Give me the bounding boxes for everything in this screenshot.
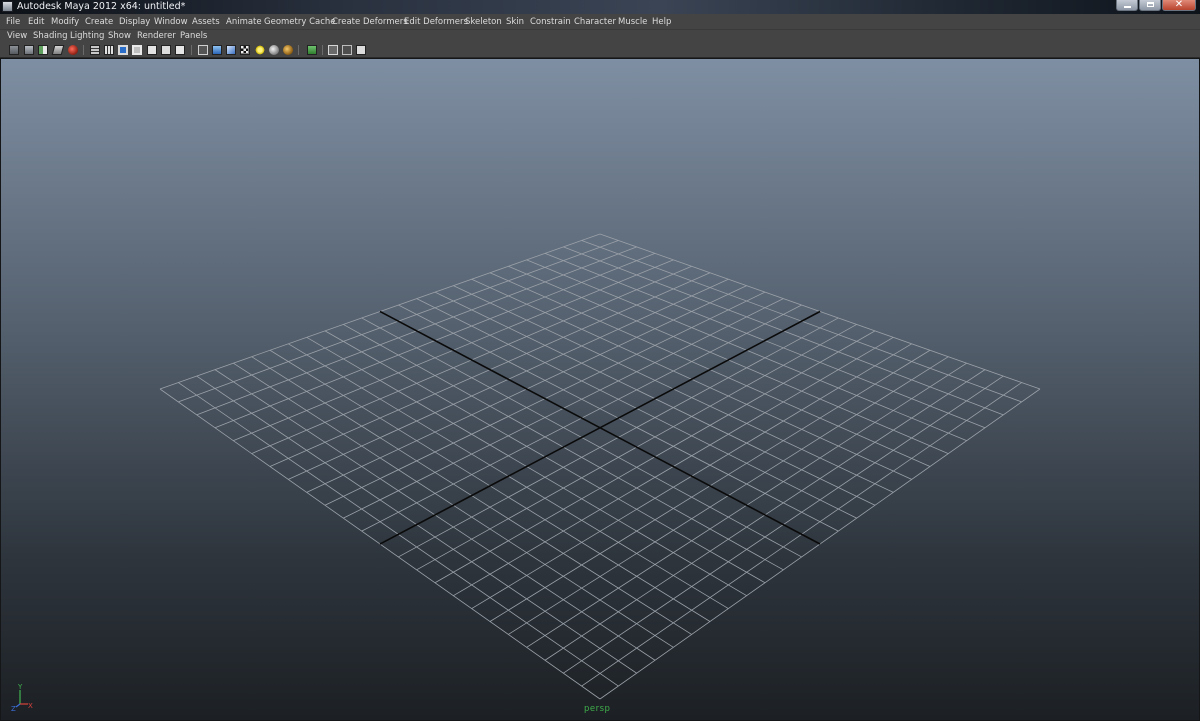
wireframe-icon[interactable] [198, 45, 208, 55]
toolbar-separator [322, 45, 323, 55]
isolate-select-icon[interactable] [283, 45, 293, 55]
menu-muscle[interactable]: Muscle [618, 15, 647, 29]
camera-attributes-icon[interactable] [24, 45, 34, 55]
menu-skeleton[interactable]: Skeleton [465, 15, 502, 29]
grid-icon[interactable] [90, 45, 100, 55]
film-gate-icon[interactable] [104, 45, 114, 55]
z-axis-label: Z [11, 705, 16, 712]
camera-label: persp [584, 704, 611, 714]
window-controls: ✕ [1116, 0, 1196, 11]
panel-menu-shading[interactable]: Shading [33, 30, 68, 43]
safe-action-icon[interactable] [161, 45, 171, 55]
toolbar-separator [298, 45, 299, 55]
hardware-fog-icon[interactable] [342, 45, 352, 55]
menu-character[interactable]: Character [574, 15, 616, 29]
menu-edit[interactable]: Edit [28, 15, 44, 29]
ground-grid [159, 233, 1041, 700]
panel-menu-panels[interactable]: Panels [180, 30, 207, 43]
menu-file[interactable]: File [6, 15, 20, 29]
menu-assets[interactable]: Assets [192, 15, 220, 29]
default-material-icon[interactable] [269, 45, 279, 55]
minimize-icon [1124, 6, 1131, 8]
z-axis-line [15, 703, 21, 708]
panel-toolbar [0, 43, 1200, 58]
grease-pencil-icon[interactable] [68, 45, 78, 55]
bookmark-icon[interactable] [38, 45, 48, 55]
image-plane-icon[interactable] [51, 45, 65, 55]
window-title-bar[interactable]: Autodesk Maya 2012 x64: untitled* ✕ [0, 0, 1200, 14]
field-chart-icon[interactable] [147, 45, 157, 55]
minimize-button[interactable] [1116, 0, 1138, 11]
menu-help[interactable]: Help [652, 15, 671, 29]
menu-display[interactable]: Display [119, 15, 150, 29]
shadows-icon[interactable] [255, 45, 265, 55]
smooth-shade-icon[interactable] [212, 45, 222, 55]
menu-skin[interactable]: Skin [506, 15, 524, 29]
panel-menu-lighting[interactable]: Lighting [70, 30, 104, 43]
safe-title-icon[interactable] [175, 45, 185, 55]
perspective-viewport[interactable]: Y X Z persp [0, 58, 1200, 721]
panel-menu-view[interactable]: View [7, 30, 27, 43]
menu-modify[interactable]: Modify [51, 15, 79, 29]
select-camera-icon[interactable] [9, 45, 19, 55]
menu-create[interactable]: Create [85, 15, 113, 29]
menu-window[interactable]: Window [154, 15, 188, 29]
panel-menu-show[interactable]: Show [108, 30, 131, 43]
toolbar-separator [83, 45, 84, 55]
panel-menu-renderer[interactable]: Renderer [137, 30, 176, 43]
xray-icon[interactable] [307, 45, 317, 55]
menu-create-deformers[interactable]: Create Deformers [332, 15, 408, 29]
close-button[interactable]: ✕ [1162, 0, 1196, 11]
window-title: Autodesk Maya 2012 x64: untitled* [17, 1, 186, 12]
menu-constrain[interactable]: Constrain [530, 15, 571, 29]
close-icon: ✕ [1174, 0, 1184, 10]
menu-edit-deformers[interactable]: Edit Deformers [404, 15, 468, 29]
y-axis-label: Y [17, 683, 23, 691]
lights-icon[interactable] [240, 45, 250, 55]
maya-app-icon[interactable] [2, 1, 13, 12]
x-axis-label: X [28, 702, 33, 710]
textured-icon[interactable] [226, 45, 236, 55]
main-menu-bar: File Edit Modify Create Display Window A… [0, 14, 1200, 30]
resolution-gate-icon[interactable] [118, 45, 128, 55]
toolbar-separator [191, 45, 192, 55]
menu-geometry-cache[interactable]: Geometry Cache [264, 15, 336, 29]
maximize-icon [1147, 2, 1154, 7]
xray-joints-icon[interactable] [328, 45, 338, 55]
panel-menu-bar: View Shading Lighting Show Renderer Pane… [0, 30, 1200, 43]
menu-animate[interactable]: Animate [226, 15, 262, 29]
share-icon[interactable] [356, 45, 366, 55]
gate-mask-icon[interactable] [132, 45, 142, 55]
maximize-button[interactable] [1139, 0, 1161, 11]
axis-gizmo: Y X Z [11, 683, 33, 712]
